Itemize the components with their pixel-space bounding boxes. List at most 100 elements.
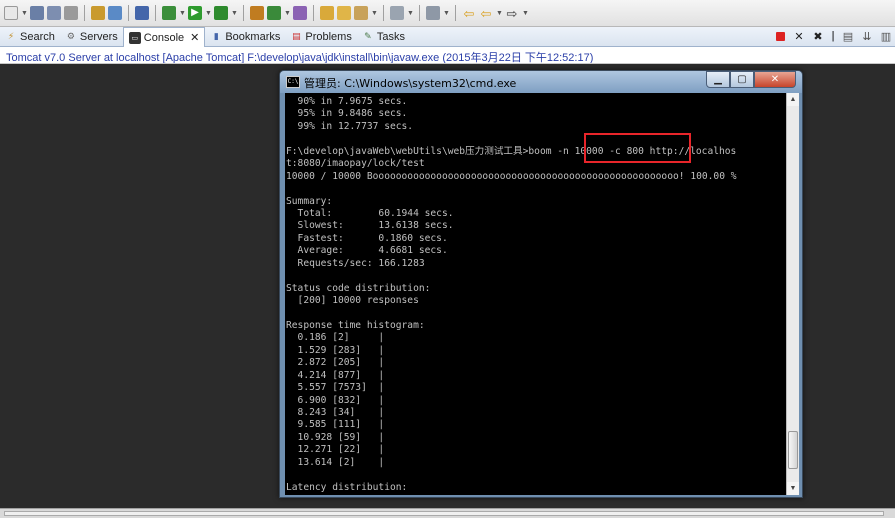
main-toolbar: ▼ ▼ ▶ ▼ ▼ ▼ ▼ ▼ ▼ ⇦ ⇦ ▼ ⇨ ▼ [0,0,895,27]
tab-console[interactable]: ▭ Console ✕ [122,26,206,48]
bookmarks-icon: ▮ [213,31,219,41]
folder-icon[interactable] [337,6,351,20]
horizontal-scrollbar[interactable] [0,508,895,518]
tab-label: Problems [305,30,352,43]
chevron-down-icon[interactable]: ▼ [205,10,212,17]
minimize-button[interactable]: ▁ [706,71,730,88]
window-controls: ▁ ▢ ✕ [706,71,796,88]
toolbar-separator [243,5,244,21]
scroll-down-icon[interactable]: ▼ [787,482,799,495]
output-line: 95% in 9.8486 secs. [286,108,408,120]
histogram-row: 1.529 [283] | [286,344,385,356]
scrollbar-thumb[interactable] [788,431,798,469]
back-icon[interactable]: ⇦ [462,6,476,20]
chevron-down-icon[interactable]: ▼ [179,10,186,17]
status-200: [200] 10000 responses [286,295,419,306]
chevron-down-icon[interactable]: ▼ [231,10,238,17]
tab-search[interactable]: ⚡ Search [0,27,60,47]
toolbar-separator [383,5,384,21]
view-tabs: ⚡ Search ⚙ Servers ▭ Console ✕ ▮ Bookmar… [0,26,895,48]
save-all-icon[interactable] [47,6,61,20]
word-wrap-icon[interactable]: ▥ [879,29,893,43]
chevron-down-icon[interactable]: ▼ [21,10,28,17]
run-external-icon[interactable] [214,6,228,20]
tab-label: Servers [79,30,118,43]
chevron-down-icon[interactable]: ▼ [407,10,414,17]
remove-all-terminated-icon[interactable]: ✖ [811,29,825,43]
scroll-lock-icon[interactable]: ⇊ [860,29,874,43]
scroll-up-icon[interactable]: ▲ [787,93,799,106]
run-icon[interactable]: ▶ [188,6,202,20]
open-type-icon[interactable] [293,6,307,20]
terminate-icon[interactable] [773,29,787,43]
chevron-down-icon[interactable]: ▼ [496,10,503,17]
histogram-row: 12.271 [22] | [286,444,385,456]
tab-label: Bookmarks [225,30,281,43]
maximize-button[interactable]: ▢ [730,71,754,88]
chevron-down-icon[interactable]: ▼ [284,10,291,17]
latency-heading: Latency distribution: [286,481,408,493]
console-process-label: Tomcat v7.0 Server at localhost [Apache … [0,47,895,64]
remove-launch-icon[interactable]: ✕ [792,29,806,43]
forward-icon[interactable]: ⇨ [505,6,519,20]
cmd-vertical-scrollbar[interactable]: ▲ ▼ [786,93,799,495]
chevron-down-icon[interactable]: ▼ [371,10,378,17]
toolbar-separator [155,5,156,21]
summary-average: Average: 4.6681 secs. [286,245,448,257]
summary-slowest: Slowest: 13.6138 secs. [286,220,454,232]
cmd-title-bar[interactable]: C:\ 管理员: C:\Windows\system32\cmd.exe ▁ ▢… [280,71,802,93]
histogram-row: 8.243 [34] | [286,406,385,418]
tab-bookmarks[interactable]: ▮ Bookmarks [205,27,285,47]
print-icon[interactable] [64,6,78,20]
scrollbar-thumb[interactable] [4,511,884,516]
separator: | [831,30,835,42]
summary-fastest: Fastest: 0.1860 secs. [286,232,448,244]
servers-icon: ⚙ [66,31,75,41]
summary-heading: Summary: [286,195,333,207]
tab-tasks[interactable]: ✎ Tasks [357,27,410,47]
tasks-icon: ✎ [364,31,372,41]
histogram-row: 5.557 [7573] | [286,382,385,394]
cmd-window[interactable]: C:\ 管理员: C:\Windows\system32\cmd.exe ▁ ▢… [279,70,803,498]
tab-problems[interactable]: ▤ Problems [285,27,356,47]
open-folder-icon[interactable] [320,6,334,20]
toolbar-separator [455,5,456,21]
chevron-down-icon[interactable]: ▼ [522,10,529,17]
tab-servers[interactable]: ⚙ Servers [60,27,123,47]
pin-icon[interactable] [390,6,404,20]
toolbar-separator [419,5,420,21]
new-package-icon[interactable] [250,6,264,20]
refresh-icon[interactable] [267,6,281,20]
cmd-console[interactable]: 90% in 7.9675 secs. 95% in 9.8486 secs. … [285,93,799,495]
back-history-icon[interactable]: ⇦ [479,6,493,20]
next-annotation-icon[interactable] [426,6,440,20]
histogram-row: 2.872 [205] | [286,357,385,369]
chevron-down-icon[interactable]: ▼ [443,10,450,17]
histogram-row: 9.585 [111] | [286,419,385,431]
clear-console-icon[interactable]: ▤ [841,29,855,43]
close-icon[interactable]: ✕ [190,31,199,44]
build-icon[interactable] [91,6,105,20]
close-button[interactable]: ✕ [754,71,796,88]
save-icon[interactable] [30,6,44,20]
histogram-row: 6.900 [832] | [286,394,385,406]
histogram-heading: Response time histogram: [286,319,425,331]
cmd-output: 90% in 7.9675 secs. 95% in 9.8486 secs. … [286,96,786,494]
debug-icon[interactable] [162,6,176,20]
tab-label: Tasks [376,30,405,43]
skip-breakpoints-icon[interactable] [108,6,122,20]
summary-total: Total: 60.1944 secs. [286,207,454,219]
output-line: 99% in 12.7737 secs. [286,120,414,132]
highlight-annotation-box [584,133,691,163]
progress-line: 10000 / 10000 Booooooooooooooooooooooooo… [286,170,737,182]
toolbar-separator [84,5,85,21]
tab-label: Console [143,31,185,44]
ant-icon[interactable] [135,6,149,20]
histogram-row: 0.186 [2] | [286,332,385,344]
edit-icon[interactable] [354,6,368,20]
new-icon[interactable] [4,6,18,20]
